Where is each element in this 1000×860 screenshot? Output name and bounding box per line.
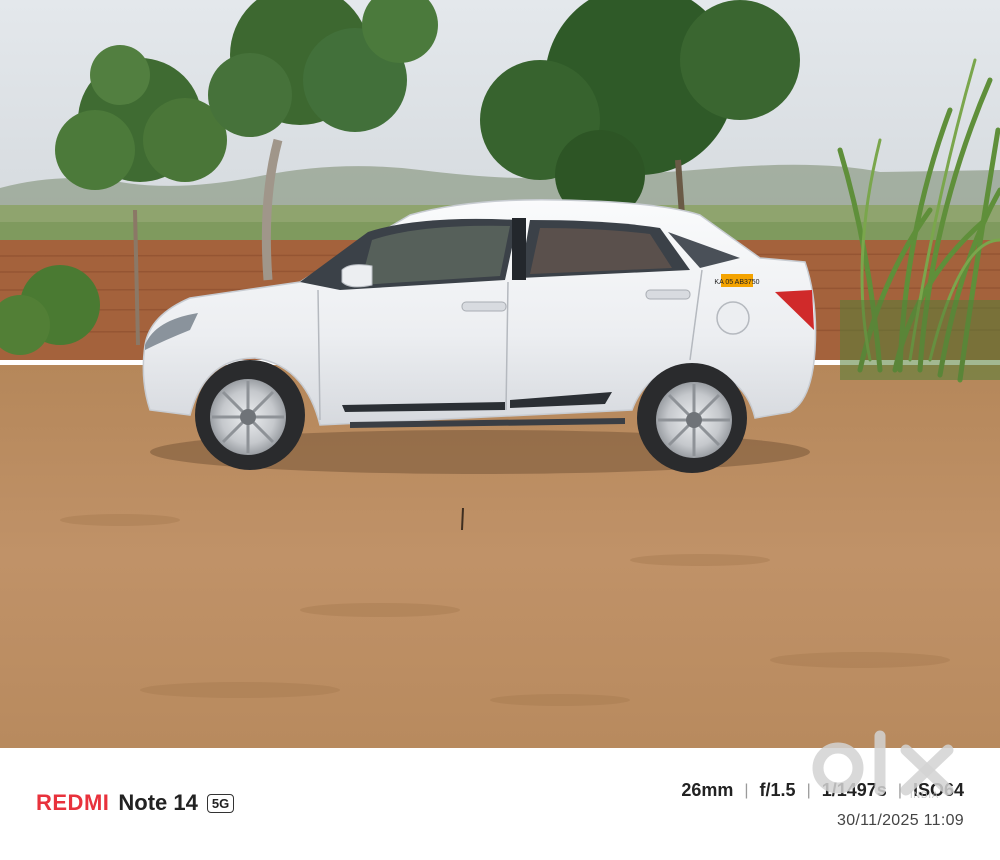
capture-datetime: 30/11/2025 11:09: [837, 812, 964, 829]
aperture: f/1.5: [759, 780, 796, 800]
camera-brand: REDMI Note 14 5G: [36, 790, 235, 816]
olx-watermark-logo: [812, 730, 954, 796]
separator: |: [744, 781, 749, 799]
number-plate-sticker: KA 05 AB3750: [714, 279, 759, 286]
front-wheel: [195, 360, 305, 470]
brand-name: REDMI: [36, 790, 110, 815]
network-badge: 5G: [206, 793, 235, 813]
model-name: Note 14: [118, 790, 198, 815]
rear-wheel: [637, 363, 747, 473]
focal-length: 26mm: [681, 780, 734, 800]
car-photo: KA 05 AB3750: [0, 0, 1000, 748]
watermark-subtext: INDIA: [910, 790, 940, 800]
